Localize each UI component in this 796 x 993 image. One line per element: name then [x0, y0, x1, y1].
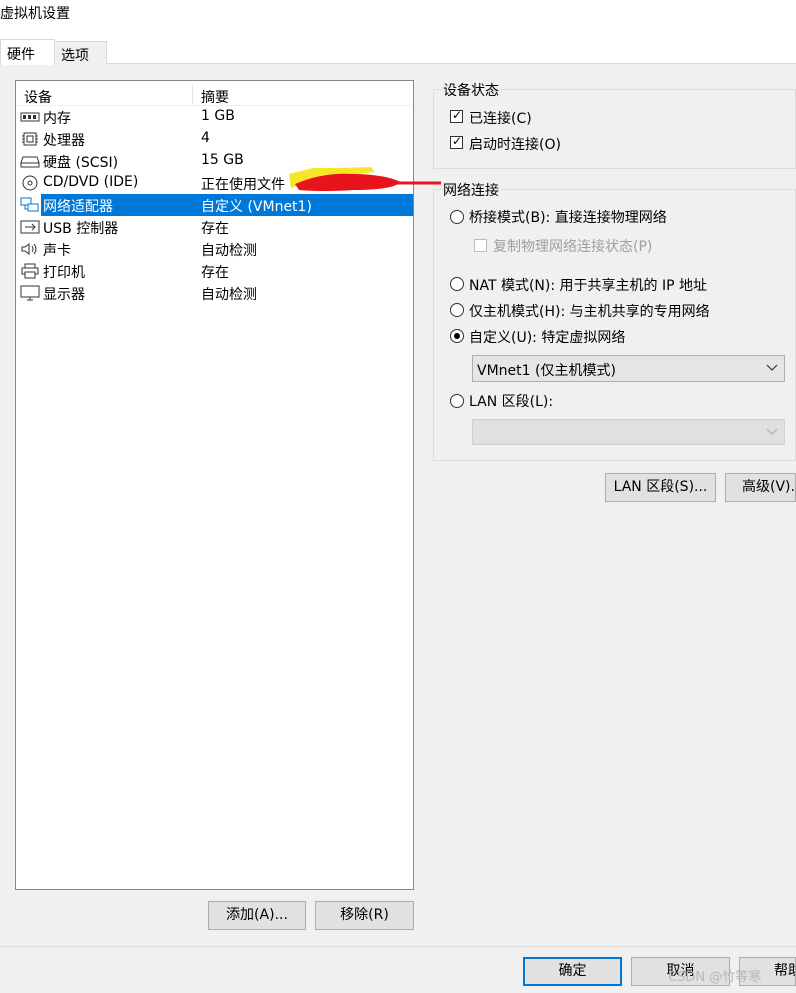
lan-segment-select[interactable]	[472, 419, 785, 445]
window-title: 虚拟机设置	[0, 6, 70, 22]
bridged-label[interactable]: 桥接模式(B): 直接连接物理网络	[469, 207, 667, 227]
connected-checkbox[interactable]: ✓	[450, 108, 463, 123]
device-status-group	[433, 89, 796, 169]
chevron-down-icon	[766, 428, 778, 435]
chevron-down-icon	[766, 364, 778, 371]
lan-segment-radio[interactable]	[450, 394, 464, 408]
device-summary: 15 GB	[201, 152, 244, 168]
device-row-processor[interactable]: 处理器 4	[16, 128, 413, 150]
host-only-label[interactable]: 仅主机模式(H): 与主机共享的专用网络	[469, 301, 710, 321]
device-summary: 自动检测	[201, 243, 257, 259]
column-header-summary[interactable]: 摘要	[201, 87, 229, 107]
remove-device-button[interactable]: 移除(R)	[315, 901, 414, 930]
device-summary: 1 GB	[201, 108, 235, 124]
advanced-button[interactable]: 高级(V)...	[725, 473, 796, 502]
hard-disk-icon	[20, 156, 40, 168]
checkmark-icon: ✓	[452, 134, 463, 148]
device-name: 网络适配器	[43, 199, 113, 215]
connect-on-power-checkbox[interactable]: ✓	[450, 134, 463, 149]
device-summary: 4	[201, 130, 210, 146]
connect-on-power-label[interactable]: 启动时连接(O)	[469, 134, 561, 154]
cd-dvd-icon	[22, 175, 38, 191]
nat-radio[interactable]	[450, 277, 464, 291]
device-summary: 自动检测	[201, 287, 257, 303]
device-row-printer[interactable]: 打印机 存在	[16, 260, 413, 282]
custom-network-value: VMnet1 (仅主机模式)	[477, 363, 616, 379]
device-name: 显示器	[43, 287, 85, 303]
device-name: CD/DVD (IDE)	[43, 174, 139, 190]
network-adapter-icon	[20, 197, 39, 212]
device-summary: 存在	[201, 221, 229, 237]
tab-hardware[interactable]: 硬件	[0, 39, 55, 65]
annotation-scribble	[289, 167, 441, 191]
lan-segments-button[interactable]: LAN 区段(S)...	[605, 473, 716, 502]
checkmark-icon: ✓	[452, 108, 463, 122]
bridged-radio[interactable]	[450, 210, 464, 224]
column-header-device[interactable]: 设备	[24, 87, 52, 107]
network-connection-label: 网络连接	[441, 180, 501, 200]
custom-network-select[interactable]: VMnet1 (仅主机模式)	[472, 355, 785, 382]
device-name: 内存	[43, 111, 71, 127]
memory-icon	[20, 112, 40, 122]
sound-card-icon	[21, 243, 37, 255]
printer-icon	[21, 263, 39, 279]
replicate-state-label[interactable]: 复制物理网络连接状态(P)	[493, 236, 652, 256]
replicate-state-checkbox[interactable]	[474, 239, 487, 252]
device-name: 打印机	[43, 265, 85, 281]
device-row-sound-card[interactable]: 声卡 自动检测	[16, 238, 413, 260]
device-status-label: 设备状态	[441, 80, 501, 100]
radio-dot	[454, 333, 460, 339]
add-device-button[interactable]: 添加(A)...	[208, 901, 306, 930]
ok-button[interactable]: 确定	[523, 957, 622, 986]
column-separator[interactable]	[192, 85, 193, 105]
processor-icon	[22, 132, 38, 146]
device-name: 声卡	[43, 243, 71, 259]
device-summary: 自定义 (VMnet1)	[201, 199, 312, 215]
device-row-usb[interactable]: USB 控制器 存在	[16, 216, 413, 238]
device-name: 处理器	[43, 133, 85, 149]
tab-options[interactable]: 选项	[55, 41, 107, 64]
device-list[interactable]: 设备 摘要 内存 1 GB 处理器 4 硬盘 (SCSI) 15 GB CD/D…	[15, 80, 414, 890]
device-summary: 存在	[201, 265, 229, 281]
device-name: 硬盘 (SCSI)	[43, 155, 119, 171]
device-row-network-adapter[interactable]: 网络适配器 自定义 (VMnet1)	[16, 194, 413, 216]
watermark: CSDN @竹等寒	[668, 970, 762, 985]
display-icon	[20, 285, 40, 301]
device-row-memory[interactable]: 内存 1 GB	[16, 106, 413, 128]
usb-icon	[20, 220, 40, 234]
device-summary: 正在使用文件	[201, 177, 285, 193]
connected-label[interactable]: 已连接(C)	[469, 108, 532, 128]
custom-radio[interactable]	[450, 329, 464, 343]
nat-label[interactable]: NAT 模式(N): 用于共享主机的 IP 地址	[469, 275, 707, 295]
host-only-radio[interactable]	[450, 303, 464, 317]
device-row-display[interactable]: 显示器 自动检测	[16, 282, 413, 304]
custom-label[interactable]: 自定义(U): 特定虚拟网络	[469, 327, 625, 347]
device-name: USB 控制器	[43, 221, 119, 237]
lan-segment-label[interactable]: LAN 区段(L):	[469, 391, 553, 411]
